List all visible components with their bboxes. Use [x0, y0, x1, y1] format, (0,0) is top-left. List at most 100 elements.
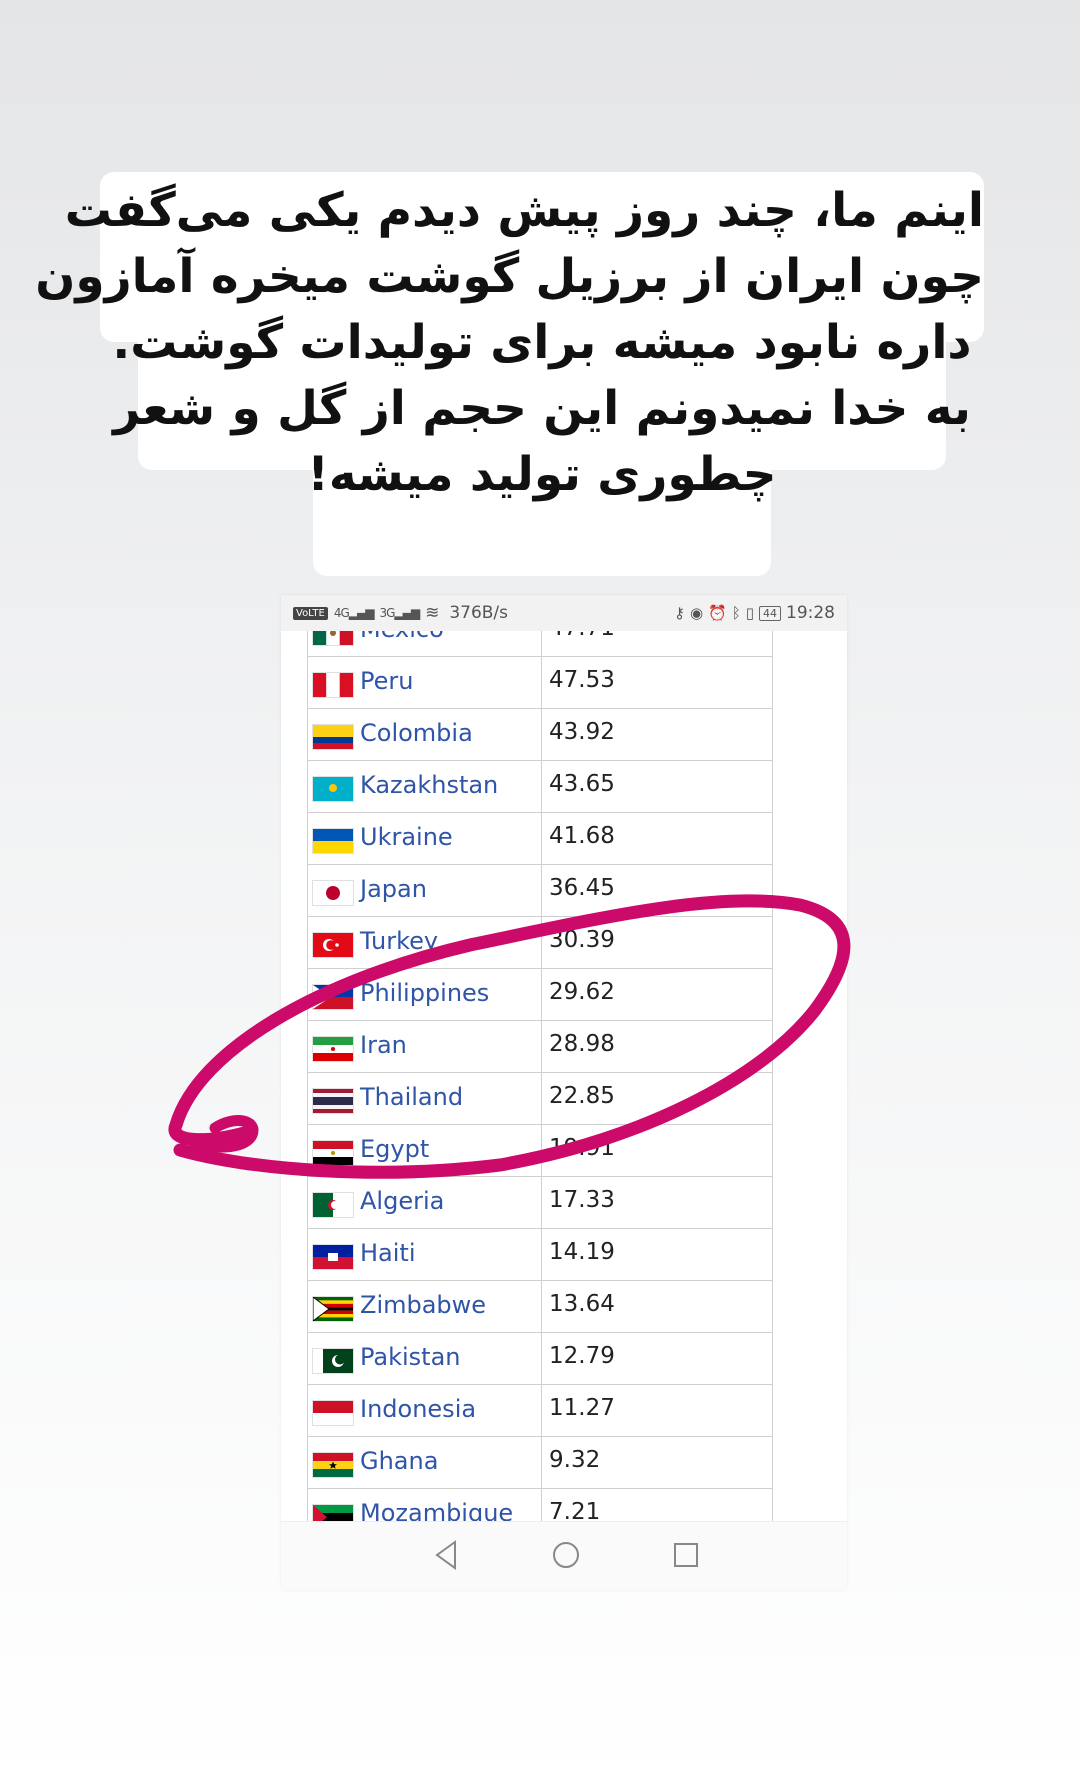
value-text: 29.62 [549, 979, 615, 1005]
country-link[interactable]: Algeria [360, 1187, 444, 1215]
value-cell: 13.64 [542, 1281, 773, 1333]
value-text: 43.65 [549, 771, 615, 797]
country-link[interactable]: Thailand [360, 1083, 463, 1111]
table-row: Haiti 14.19 [307, 1229, 773, 1281]
value-text: 30.39 [549, 927, 615, 953]
country-link[interactable]: Egypt [360, 1135, 429, 1163]
country-link[interactable]: Colombia [360, 719, 473, 747]
clock: 19:28 [786, 603, 835, 623]
table-row: Zimbabwe 13.64 [307, 1281, 773, 1333]
navigation-bar [281, 1521, 847, 1590]
table-row: Iran 28.98 [307, 1021, 773, 1073]
caption-line-1: اینم ما، چند روز پیش دیدم یکی می‌گفت [64, 183, 984, 238]
flag-icon [313, 725, 353, 749]
value-cell: 29.62 [542, 969, 773, 1021]
value-text: 17.33 [549, 1187, 615, 1213]
flag-icon [313, 829, 353, 853]
status-bar: VoLTE 4G▂▄▆ 3G▂▄▆ ≋ 376B/s ⚷ ◉ ⏰ ᛒ ▯ 44 … [281, 595, 847, 631]
table-row: Peru 47.53 [307, 657, 773, 709]
value-cell: 12.79 [542, 1333, 773, 1385]
key-icon: ⚷ [673, 604, 685, 622]
wifi-icon: ≋ [425, 603, 440, 623]
value-cell: 9.32 [542, 1437, 773, 1489]
country-link[interactable]: Peru [360, 667, 413, 695]
country-cell: Mozambique [307, 1489, 542, 1521]
country-cell: Kazakhstan [307, 761, 542, 813]
caption-line-4: به خدا نمیدونم این حجم از گل و شعر [113, 381, 971, 436]
table-row: Pakistan 12.79 [307, 1333, 773, 1385]
flag-icon [313, 1349, 353, 1373]
country-link[interactable]: Mexico [360, 631, 444, 643]
country-link[interactable]: Haiti [360, 1239, 416, 1267]
country-link[interactable]: Kazakhstan [360, 771, 498, 799]
country-cell: Haiti [307, 1229, 542, 1281]
flag-icon [313, 777, 353, 801]
flag-icon [313, 1401, 353, 1425]
value-cell: 47.71 [542, 631, 773, 657]
flag-icon [313, 1037, 353, 1061]
caption-line-3: داره نابود میشه برای تولیدات گوشت. [112, 315, 972, 370]
flag-icon [313, 1245, 353, 1269]
value-text: 43.92 [549, 719, 615, 745]
table-row: Egypt 19.91 [307, 1125, 773, 1177]
value-cell: 14.19 [542, 1229, 773, 1281]
phone-screenshot: VoLTE 4G▂▄▆ 3G▂▄▆ ≋ 376B/s ⚷ ◉ ⏰ ᛒ ▯ 44 … [281, 595, 847, 1590]
value-cell: 47.53 [542, 657, 773, 709]
flag-icon [313, 985, 353, 1009]
value-cell: 11.27 [542, 1385, 773, 1437]
flag-icon [313, 881, 353, 905]
table-row: Algeria 17.33 [307, 1177, 773, 1229]
caption-line-5: چطوری تولید میشه! [307, 447, 777, 502]
value-cell: 30.39 [542, 917, 773, 969]
country-link[interactable]: Ukraine [360, 823, 453, 851]
recents-icon[interactable] [671, 1538, 701, 1572]
table-row: Thailand 22.85 [307, 1073, 773, 1125]
value-text: 41.68 [549, 823, 615, 849]
value-text: 22.85 [549, 1083, 615, 1109]
value-text: 14.19 [549, 1239, 615, 1265]
table-row: Ukraine 41.68 [307, 813, 773, 865]
battery-icon: 44 [759, 605, 781, 621]
signal-4g-icon: 4G▂▄▆ [333, 606, 375, 620]
value-text: 12.79 [549, 1343, 615, 1369]
value-text: 7.21 [549, 1499, 601, 1521]
flag-icon [313, 1193, 353, 1217]
country-cell: Colombia [307, 709, 542, 761]
country-cell: Ghana [307, 1437, 542, 1489]
country-cell: Algeria [307, 1177, 542, 1229]
value-text: 11.27 [549, 1395, 615, 1421]
country-link[interactable]: Ghana [360, 1447, 438, 1475]
value-text: 19.91 [549, 1135, 615, 1161]
volte-badge: VoLTE [293, 606, 328, 620]
country-link[interactable]: Turkey [360, 927, 438, 955]
country-link[interactable]: Japan [360, 875, 427, 903]
eye-icon: ◉ [689, 604, 704, 622]
table-row: Indonesia 11.27 [307, 1385, 773, 1437]
alarm-icon: ⏰ [708, 604, 727, 622]
country-link[interactable]: Philippines [360, 979, 489, 1007]
country-link[interactable]: Iran [360, 1031, 407, 1059]
table-row: Mozambique 7.21 [307, 1489, 773, 1521]
country-link[interactable]: Indonesia [360, 1395, 476, 1423]
country-link[interactable]: Zimbabwe [360, 1291, 486, 1319]
home-icon[interactable] [551, 1538, 581, 1572]
country-cell: Indonesia [307, 1385, 542, 1437]
back-icon[interactable] [431, 1538, 461, 1572]
value-cell: 43.65 [542, 761, 773, 813]
country-link[interactable]: Pakistan [360, 1343, 461, 1371]
country-cell: Philippines [307, 969, 542, 1021]
country-cell: Pakistan [307, 1333, 542, 1385]
country-link[interactable]: Mozambique [360, 1499, 513, 1521]
flag-icon [313, 673, 353, 697]
table-row: Kazakhstan 43.65 [307, 761, 773, 813]
table-row: Ghana 9.32 [307, 1437, 773, 1489]
country-cell: Peru [307, 657, 542, 709]
table-row: Mexico 47.71 [307, 631, 773, 657]
country-cell: Mexico [307, 631, 542, 657]
flag-icon [312, 1296, 353, 1322]
value-cell: 17.33 [542, 1177, 773, 1229]
country-cell: Japan [307, 865, 542, 917]
flag-icon [313, 933, 353, 957]
vibrate-icon: ▯ [745, 604, 754, 622]
caption-text: اینم ما، چند روز پیش دیدم یکی می‌گفت چون… [35, 178, 984, 508]
